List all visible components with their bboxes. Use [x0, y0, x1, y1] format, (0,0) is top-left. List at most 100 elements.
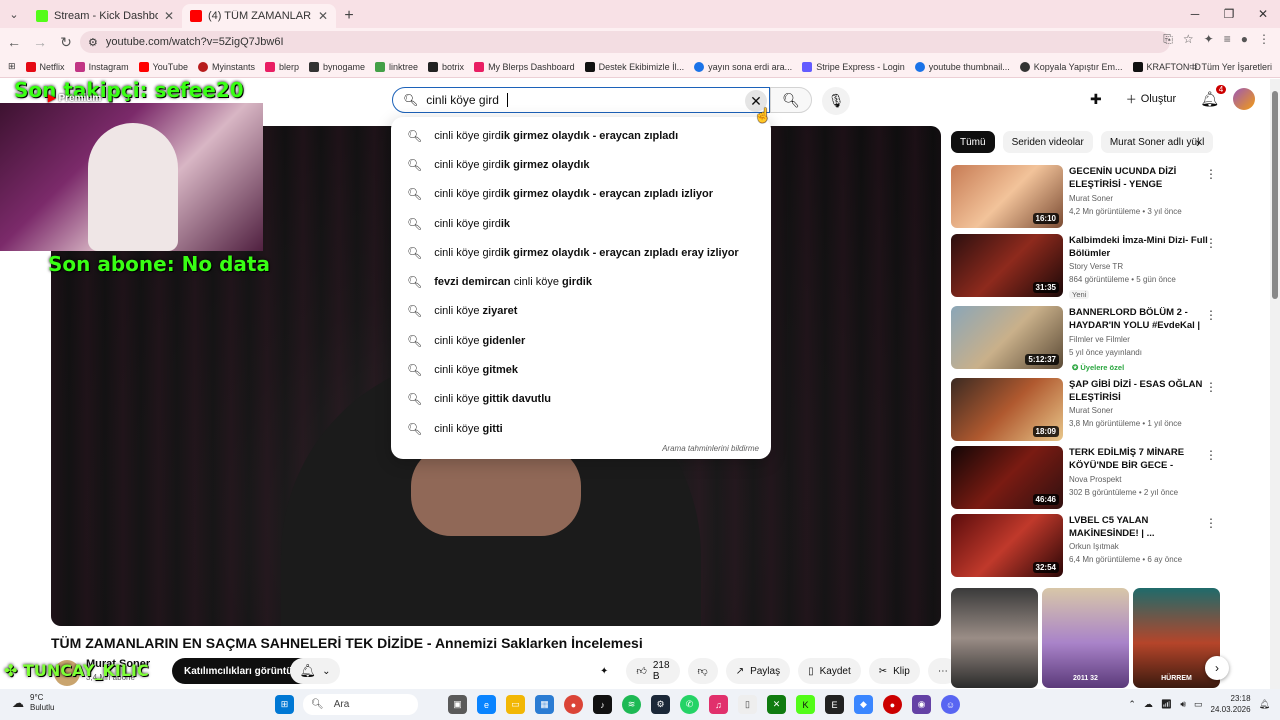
media-icon[interactable]: ≡: [1224, 32, 1231, 47]
rec-channel[interactable]: Story Verse TR: [1069, 260, 1209, 273]
rec-channel[interactable]: Murat Soner: [1069, 404, 1209, 417]
bookmark-netflix[interactable]: Netflix: [25, 61, 65, 72]
suggestion-item[interactable]: 🔍︎ cinli köye ziyaret: [391, 297, 771, 326]
bookmark-instagram[interactable]: Instagram: [74, 61, 129, 72]
new-tab-button[interactable]: +: [336, 4, 362, 28]
recommendation-item[interactable]: 32:54 LVBEL C5 YALAN MAKİNESİNDE! | ... …: [951, 514, 1221, 578]
suggestion-item[interactable]: 🔍︎ cinli köye girdik girmez olaydık - era…: [391, 121, 771, 150]
suggestion-item[interactable]: 🔍︎ cinli köye girdik: [391, 209, 771, 238]
report-predictions-link[interactable]: Arama tahminlerini bildirme: [662, 444, 759, 453]
task-view-icon[interactable]: ▣: [448, 695, 467, 714]
store-icon[interactable]: ▦: [535, 695, 554, 714]
rec-title[interactable]: Kalbimdeki İmza-Mini Dizi- Full Bölümler: [1069, 234, 1209, 260]
more-vert-icon[interactable]: ⋮: [1205, 380, 1217, 394]
network-icon[interactable]: 📶︎: [1161, 699, 1172, 710]
discord-icon[interactable]: ☺: [941, 695, 960, 714]
document-icon[interactable]: ▯: [738, 695, 757, 714]
tiktok-icon[interactable]: ♪: [593, 695, 612, 714]
maximize-icon[interactable]: ❐: [1212, 0, 1246, 28]
suggestion-item[interactable]: 🔍︎ cinli köye gitti: [391, 414, 771, 443]
more-vert-icon[interactable]: ⋮: [1205, 167, 1217, 181]
create-video-icon[interactable]: ✚: [1090, 91, 1102, 108]
close-window-icon[interactable]: ✕: [1246, 0, 1280, 28]
forward-icon[interactable]: →: [28, 30, 52, 54]
rec-title[interactable]: ŞAP GİBİ DİZİ - ESAS OĞLAN ELEŞTİRİSİ: [1069, 378, 1209, 404]
apps-icon[interactable]: ⊞: [8, 61, 16, 72]
bookmark-destek[interactable]: Destek Ekibimizle İl...: [584, 61, 684, 72]
more-vert-icon[interactable]: ⋮: [1205, 448, 1217, 462]
video-thumbnail[interactable]: 18:09: [951, 378, 1063, 441]
search-input[interactable]: cinli köye gird: [426, 93, 499, 107]
tab-youtube[interactable]: (4) TÜM ZAMANLARIN EN SAÇM ✕: [182, 4, 336, 28]
suggestion-item[interactable]: 🔍︎ cinli köye girdik girmez olaydık - era…: [391, 180, 771, 209]
notification-center-icon[interactable]: 🔔︎: [1259, 699, 1270, 710]
youtube-logo[interactable]: ▶ Premium: [48, 93, 101, 104]
file-explorer-icon[interactable]: ▭: [506, 695, 525, 714]
address-bar[interactable]: ⚙ youtube.com/watch?v=5ZigQ7Jbw6I: [80, 31, 1170, 53]
cloud-sync-icon[interactable]: ☁: [1144, 699, 1153, 710]
voice-search-icon[interactable]: 🎙︎: [822, 87, 850, 115]
extensions-icon[interactable]: ✦: [1204, 32, 1214, 47]
bookmark-bynogame[interactable]: bynogame: [309, 61, 365, 72]
scrollbar-thumb[interactable]: [1272, 91, 1278, 299]
short-thumbnail[interactable]: [951, 588, 1038, 688]
create-button[interactable]: ＋ Oluştur: [1116, 87, 1186, 111]
bookmark-kopyala[interactable]: Kopyala Yapıştır Em...: [1019, 61, 1123, 72]
epic-games-icon[interactable]: E: [825, 695, 844, 714]
start-icon[interactable]: ⊞: [275, 695, 294, 714]
bookmark-botrix[interactable]: botrix: [428, 61, 464, 72]
like-button[interactable]: 👍︎ 218 B: [626, 658, 680, 684]
tab-kick[interactable]: Stream - Kick Dashboard ✕: [28, 4, 182, 28]
recommendation-item[interactable]: 16:10 GECENİN UCUNDA DİZİ ELEŞTİRİSİ - Y…: [951, 165, 1221, 229]
ask-icon[interactable]: ✦: [590, 658, 618, 684]
tab-search-icon[interactable]: ⌄: [0, 0, 28, 28]
rec-title[interactable]: LVBEL C5 YALAN MAKİNESİNDE! | ...: [1069, 514, 1209, 540]
close-icon[interactable]: ✕: [318, 9, 328, 23]
more-vert-icon[interactable]: ⋮: [1205, 236, 1217, 250]
rec-channel[interactable]: Filmler ve Filmler: [1069, 333, 1209, 346]
rec-channel[interactable]: Nova Prospekt: [1069, 473, 1209, 486]
bookmark-myinstants[interactable]: Myinstants: [197, 61, 255, 72]
avatar[interactable]: [1233, 88, 1256, 110]
video-thumbnail[interactable]: 5:12:37: [951, 306, 1063, 369]
chrome-icon[interactable]: ●: [564, 695, 583, 714]
dislike-button[interactable]: 👎︎: [687, 658, 718, 684]
notifications-icon[interactable]: 🔔︎ 4: [1200, 85, 1227, 108]
profile-icon[interactable]: ●: [1241, 32, 1248, 47]
video-thumbnail[interactable]: 16:10: [951, 165, 1063, 228]
streamlabs-icon[interactable]: ◉: [912, 695, 931, 714]
bookmark-blerp[interactable]: blerp: [264, 61, 299, 72]
taskbar-search[interactable]: 🔍︎ Ara: [303, 694, 418, 715]
rec-channel[interactable]: Orkun Işıtmak: [1069, 540, 1209, 553]
chevron-right-icon[interactable]: ›: [1196, 135, 1200, 150]
recommendation-item[interactable]: 5:12:37 BANNERLORD BÖLÜM 2 - HAYDAR'IN Y…: [951, 306, 1221, 372]
suggestion-item[interactable]: 🔍︎ cinli köye gittik davutlu: [391, 385, 771, 414]
bookmark-thumbnail[interactable]: youtube thumbnail...: [914, 61, 1010, 72]
bookmark-yayin[interactable]: yayın sona erdi ara...: [694, 61, 792, 72]
video-thumbnail[interactable]: 46:46: [951, 446, 1063, 509]
chip-all[interactable]: Tümü: [951, 131, 995, 153]
recommendation-item[interactable]: 31:35 Kalbimdeki İmza-Mini Dizi- Full Bö…: [951, 234, 1221, 299]
video-thumbnail[interactable]: 31:35: [951, 234, 1063, 297]
suggestion-item[interactable]: 🔍︎ fevzi demircan cinli köye girdik: [391, 267, 771, 296]
suggestion-item[interactable]: 🔍︎ cinli köye girdik girmez olaydık - era…: [391, 238, 771, 267]
bookmark-stripe[interactable]: Stripe Express - Login: [802, 61, 905, 72]
short-thumbnail[interactable]: 2011 32: [1042, 588, 1129, 688]
rec-title[interactable]: TERK EDİLMİŞ 7 MİNARE KÖYÜ'NDE BİR GECE …: [1069, 446, 1209, 473]
search-box[interactable]: 🔍︎ cinli köye gird ✕: [392, 87, 770, 113]
bookmark-star-icon[interactable]: ☆: [1183, 32, 1194, 47]
chip-series[interactable]: Seriden videolar: [1002, 131, 1093, 153]
search-button[interactable]: 🔍︎: [770, 87, 812, 113]
suggestion-item[interactable]: 🔍︎ cinli köye girdik girmez olaydık: [391, 150, 771, 179]
clock[interactable]: 23:18 24.03.2026: [1211, 693, 1251, 715]
notification-settings-button[interactable]: 🔔︎ ⌄: [290, 658, 340, 684]
rec-channel[interactable]: Murat Soner: [1069, 192, 1209, 205]
weather-widget[interactable]: ☁ 9°C Bulutlu: [12, 693, 54, 713]
rec-title[interactable]: GECENİN UCUNDA DİZİ ELEŞTİRİSİ - YENGE I…: [1069, 165, 1209, 192]
chevron-right-icon[interactable]: ›: [1205, 656, 1229, 680]
steam-icon[interactable]: ⚙: [651, 695, 670, 714]
bookmark-linktree[interactable]: linktree: [375, 61, 418, 72]
edge-icon[interactable]: e: [477, 695, 496, 714]
install-icon[interactable]: ⎘: [1163, 32, 1173, 47]
suggestion-item[interactable]: 🔍︎ cinli köye gitmek: [391, 355, 771, 384]
